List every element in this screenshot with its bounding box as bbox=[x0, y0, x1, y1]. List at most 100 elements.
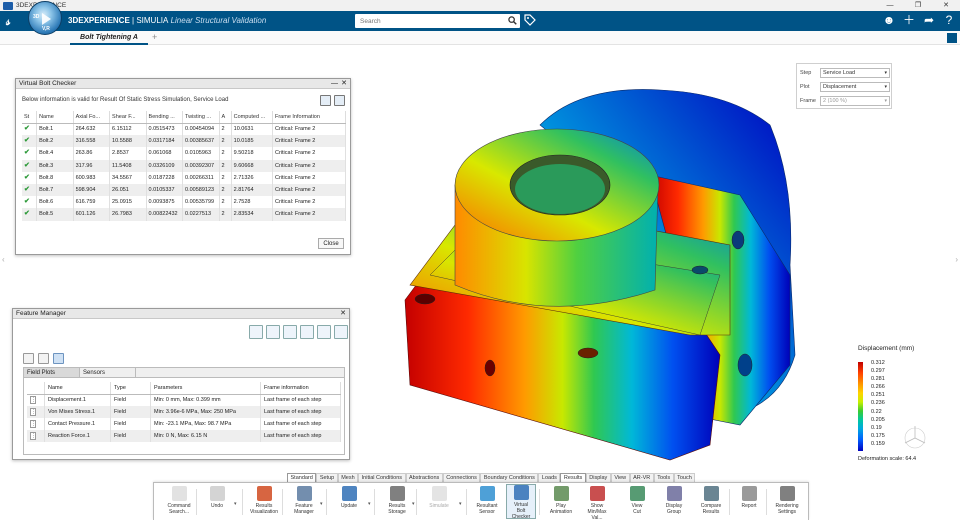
section-tab-display[interactable]: Display bbox=[585, 473, 611, 482]
frame-dropdown[interactable]: 2 (100 %) bbox=[820, 96, 890, 106]
chevron-down-icon[interactable]: ▾ bbox=[320, 501, 323, 507]
action-report-button[interactable]: Report bbox=[734, 486, 764, 509]
column-header[interactable]: Name bbox=[36, 111, 74, 124]
list-view-icon[interactable] bbox=[283, 325, 297, 339]
minimize-panel-button[interactable]: — bbox=[331, 79, 338, 89]
column-header[interactable]: Frame Information bbox=[272, 111, 347, 124]
section-tab-loads[interactable]: Loads bbox=[538, 473, 561, 482]
settings-icon[interactable] bbox=[320, 95, 331, 106]
export-table-icon[interactable] bbox=[334, 95, 345, 106]
column-header[interactable]: Shear F... bbox=[109, 111, 147, 124]
fullscreen-icon[interactable] bbox=[947, 33, 957, 43]
tab-field-plots[interactable]: Field Plots bbox=[24, 368, 80, 377]
column-header[interactable]: Frame information bbox=[260, 382, 341, 395]
gear-icon[interactable] bbox=[334, 325, 348, 339]
close-panel-icon[interactable]: ✕ bbox=[340, 309, 346, 319]
action-compare-results-button[interactable]: Compare Results bbox=[696, 486, 726, 515]
close-button[interactable]: Close bbox=[318, 238, 344, 249]
right-collapse-arrow-icon[interactable]: › bbox=[955, 255, 958, 264]
column-header[interactable]: Axial Fo... bbox=[73, 111, 111, 124]
chevron-down-icon[interactable]: ▾ bbox=[368, 501, 371, 507]
chevron-down-icon[interactable]: ▾ bbox=[412, 501, 415, 507]
section-tab-boundary-conditions[interactable]: Boundary Conditions bbox=[480, 473, 539, 482]
search-icon[interactable] bbox=[508, 16, 517, 25]
chevron-down-icon[interactable]: ▾ bbox=[234, 501, 237, 507]
share-icon[interactable]: ➦ bbox=[922, 13, 936, 27]
table-view-icon[interactable] bbox=[266, 325, 280, 339]
filter-icon[interactable] bbox=[23, 353, 34, 364]
user-profile-icon[interactable]: ☻ bbox=[882, 13, 896, 27]
add-tab-button[interactable]: + bbox=[152, 32, 157, 42]
refresh-icon[interactable] bbox=[249, 325, 263, 339]
action-simulate-button[interactable]: Simulate bbox=[424, 486, 454, 509]
drag-handle-icon[interactable]: ⋮ bbox=[30, 396, 36, 405]
action-results-visualization-button[interactable]: Results Visualization bbox=[249, 486, 279, 515]
column-header[interactable]: St bbox=[22, 111, 38, 124]
help-icon[interactable]: ? bbox=[942, 13, 956, 27]
action-update-button[interactable]: Update bbox=[334, 486, 364, 509]
table-row[interactable]: ✔ Bolt.5 601.126 26.7983 0.00822432 0.0227513… bbox=[22, 208, 347, 221]
action-rendering-settings-button[interactable]: Rendering Settings bbox=[772, 486, 802, 515]
section-tab-initial-conditions[interactable]: Initial Conditions bbox=[358, 473, 406, 482]
plot-type-icon[interactable] bbox=[53, 353, 64, 364]
section-tab-tools[interactable]: Tools bbox=[653, 473, 674, 482]
simulation-model[interactable] bbox=[400, 85, 820, 470]
step-dropdown[interactable]: Service Load bbox=[820, 68, 890, 78]
left-collapse-arrow-icon[interactable]: ‹ bbox=[2, 255, 5, 264]
action-show-min-max-val--button[interactable]: Show Min/Max Val... bbox=[582, 486, 612, 520]
sort-icon[interactable] bbox=[38, 353, 49, 364]
column-header[interactable]: Computed ... bbox=[231, 111, 273, 124]
action-play-animation-button[interactable]: Play Animation bbox=[546, 486, 576, 515]
table-row[interactable]: ⋮ Von Mises Stress.1 Field Min: 3.96e-6 MPa… bbox=[27, 406, 341, 418]
section-tab-ar-vr[interactable]: AR-VR bbox=[629, 473, 654, 482]
column-header[interactable]: Name bbox=[44, 382, 111, 395]
column-header[interactable]: Bending ... bbox=[146, 111, 184, 124]
add-icon[interactable]: ＋ bbox=[902, 13, 916, 27]
close-panel-icon[interactable]: ✕ bbox=[341, 79, 347, 89]
maximize-button[interactable]: ❐ bbox=[904, 0, 932, 11]
action-resultant-sensor-button[interactable]: Resultant Sensor bbox=[472, 486, 502, 515]
section-tab-abstractions[interactable]: Abstractions bbox=[405, 473, 443, 482]
table-row[interactable]: ✔ Bolt.7 598.904 26.051 0.0105337 0.00589123 2… bbox=[22, 183, 347, 197]
section-tab-mesh[interactable]: Mesh bbox=[337, 473, 359, 482]
close-window-button[interactable]: ✕ bbox=[932, 0, 960, 11]
table-row[interactable]: ✔ Bolt.6 616.759 25.0915 0.0093875 0.00535799… bbox=[22, 196, 347, 209]
table-row[interactable]: ⋮ Contact Pressure.1 Field Min: -23.1 MPa, … bbox=[27, 418, 341, 430]
action-results-storage-button[interactable]: Results Storage bbox=[382, 486, 412, 515]
drag-handle-icon[interactable]: ⋮ bbox=[30, 408, 36, 416]
axis-triad-icon[interactable] bbox=[900, 423, 930, 453]
plot-dropdown[interactable]: Displacement bbox=[820, 82, 890, 92]
visibility-icon[interactable] bbox=[300, 325, 314, 339]
action-virtual-bolt-checker-button[interactable]: Virtual Bolt Checker bbox=[506, 484, 536, 520]
info-icon[interactable] bbox=[317, 325, 331, 339]
section-tab-standard[interactable]: Standard bbox=[287, 473, 317, 482]
table-row[interactable]: ⋮ Reaction Force.1 Field Min: 0 N, Max: 6.1… bbox=[27, 430, 341, 442]
action-view-cut-button[interactable]: View Cut bbox=[622, 486, 652, 515]
action-display-group-button[interactable]: Display Group bbox=[659, 486, 689, 515]
section-tab-connections[interactable]: Connections bbox=[442, 473, 481, 482]
action-command-search--button[interactable]: Command Search... bbox=[164, 486, 194, 515]
minimize-button[interactable]: — bbox=[876, 0, 904, 11]
tag-icon[interactable] bbox=[524, 14, 536, 26]
table-row[interactable]: ✔ Bolt.4 263.86 2.8537 0.061068 0.0105963 2 9.5… bbox=[22, 147, 347, 160]
section-tab-setup[interactable]: Setup bbox=[316, 473, 338, 482]
column-header[interactable]: Parameters bbox=[150, 382, 261, 395]
column-header[interactable]: Type bbox=[110, 382, 151, 395]
drag-handle-icon[interactable]: ⋮ bbox=[30, 420, 36, 428]
tab-sensors[interactable]: Sensors bbox=[80, 368, 136, 377]
tab-bolt-tightening-a[interactable]: Bolt Tightening A bbox=[70, 32, 148, 45]
compass-icon[interactable]: 3D V,R bbox=[28, 1, 62, 35]
drag-handle-icon[interactable]: ⋮ bbox=[30, 432, 36, 440]
section-tab-view[interactable]: View bbox=[610, 473, 630, 482]
chevron-down-icon[interactable]: ▾ bbox=[459, 501, 462, 507]
table-row[interactable]: ✔ Bolt.8 600.983 34.5567 0.0187228 0.00266311… bbox=[22, 171, 347, 184]
table-row[interactable]: ✔ Bolt.3 317.96 11.5408 0.0326109 0.00392307 2… bbox=[22, 159, 347, 172]
table-row[interactable]: ✔ Bolt.1 264.632 6.15112 0.0515473 0.00454094… bbox=[22, 123, 347, 136]
action-undo-button[interactable]: Undo bbox=[202, 486, 232, 509]
section-tab-touch[interactable]: Touch bbox=[673, 473, 696, 482]
table-row[interactable]: ✔ Bolt.2 316.558 10.5588 0.0317184 0.00385637… bbox=[22, 135, 347, 148]
action-feature-manager-button[interactable]: Feature Manager bbox=[289, 486, 319, 515]
column-header[interactable]: A bbox=[219, 111, 232, 124]
column-header[interactable]: Twisting ... bbox=[182, 111, 220, 124]
section-tab-results[interactable]: Results bbox=[560, 473, 586, 482]
